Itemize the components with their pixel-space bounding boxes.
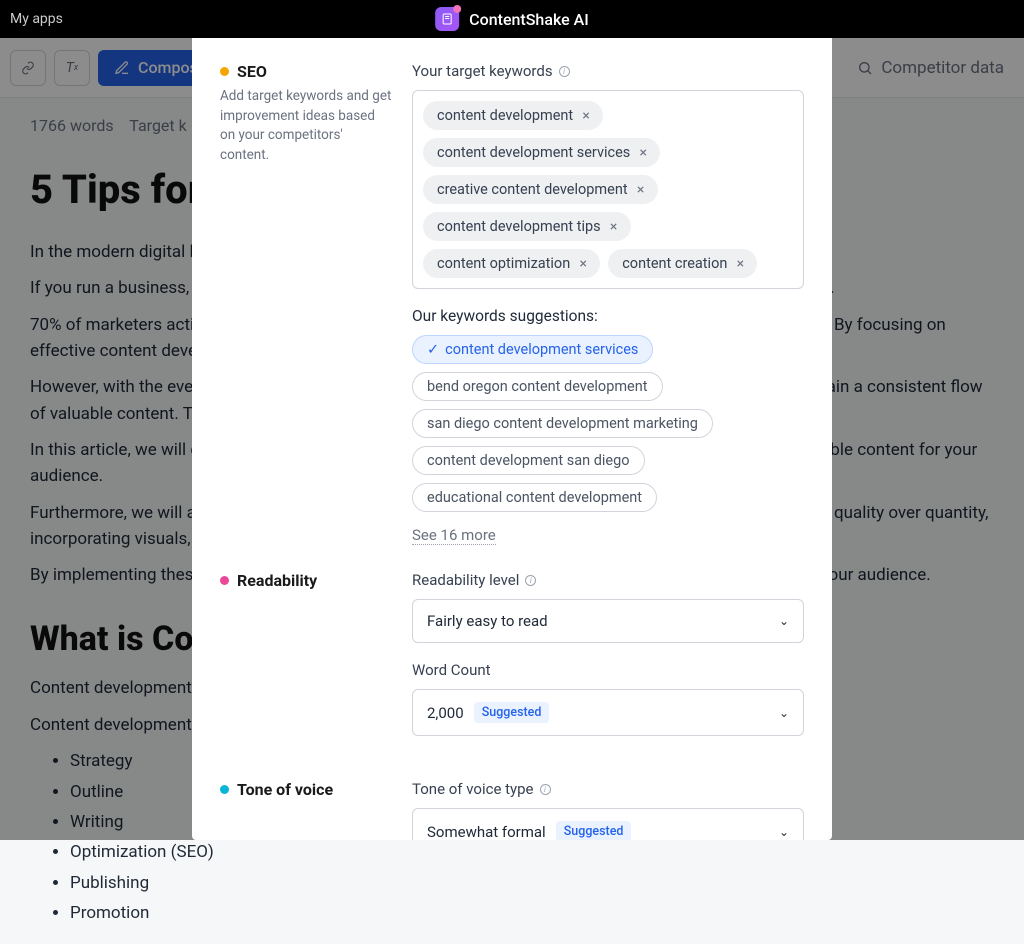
remove-tag-icon[interactable]: × [607, 219, 621, 235]
tone-type-select[interactable]: Somewhat formal Suggested ⌄ [412, 808, 804, 840]
wordcount-label: Word Count [412, 661, 491, 679]
remove-tag-icon[interactable]: × [634, 182, 648, 198]
tag-label: content development tips [437, 218, 601, 235]
chip-label: educational content development [427, 489, 642, 506]
check-icon: ✓ [427, 341, 439, 358]
keyword-tag[interactable]: creative content development × [423, 175, 658, 204]
app-name: ContentShake AI [469, 10, 589, 29]
tone-title: Tone of voice [237, 780, 333, 799]
suggestion-chip[interactable]: ✓ content development services [412, 335, 653, 364]
seo-description: Add target keywords and get improvement … [220, 87, 392, 165]
seo-dot-icon [220, 67, 229, 76]
remove-tag-icon[interactable]: × [636, 145, 650, 161]
readability-title: Readability [237, 571, 317, 590]
keyword-tag[interactable]: content development tips × [423, 212, 631, 241]
see-more-link[interactable]: See 16 more [412, 526, 496, 545]
suggested-badge: Suggested [474, 702, 550, 723]
remove-tag-icon[interactable]: × [733, 256, 747, 272]
suggestions-list: ✓ content development services bend oregon… [412, 335, 804, 512]
chevron-down-icon: ⌄ [779, 706, 789, 720]
settings-modal: SEO Add target keywords and get improvem… [192, 38, 832, 840]
keywords-input[interactable]: content development×content development … [412, 90, 804, 289]
list-item: Promotion [70, 900, 994, 926]
tag-label: content development [437, 107, 573, 124]
suggestions-label: Our keywords suggestions: [412, 307, 598, 325]
readability-level-select[interactable]: Fairly easy to read ⌄ [412, 599, 804, 643]
my-apps-link[interactable]: My apps [10, 11, 63, 27]
suggestion-chip[interactable]: educational content development [412, 483, 657, 512]
info-icon[interactable]: i [540, 784, 551, 795]
remove-tag-icon[interactable]: × [579, 108, 593, 124]
list-item: Publishing [70, 870, 994, 896]
seo-title: SEO [237, 62, 267, 81]
info-icon[interactable]: i [525, 575, 536, 586]
tag-label: content development services [437, 144, 630, 161]
suggested-badge: Suggested [556, 821, 632, 840]
tag-label: content optimization [437, 255, 570, 272]
select-value: 2,000 [427, 704, 464, 722]
readability-section: Readability Readability level i Fairly e… [220, 571, 804, 754]
keyword-tag[interactable]: content creation × [608, 249, 757, 278]
readability-level-label: Readability level [412, 571, 519, 589]
app-topbar: My apps ContentShake AI [0, 0, 1024, 38]
tag-label: creative content development [437, 181, 628, 198]
chevron-down-icon: ⌄ [779, 825, 789, 839]
remove-tag-icon[interactable]: × [576, 256, 590, 272]
chip-label: san diego content development marketing [427, 415, 698, 432]
keyword-tag[interactable]: content optimization × [423, 249, 600, 278]
list-item: Optimization (SEO) [70, 839, 994, 865]
chip-label: content development services [445, 341, 638, 358]
readability-dot-icon [220, 576, 229, 585]
keywords-label: Your target keywords [412, 62, 553, 80]
keyword-tag[interactable]: content development × [423, 101, 603, 130]
tone-section: Tone of voice Tone of voice type i Somew… [220, 780, 804, 840]
app-icon [435, 7, 459, 31]
suggestion-chip[interactable]: content development san diego [412, 446, 645, 475]
tone-dot-icon [220, 785, 229, 794]
suggestion-chip[interactable]: bend oregon content development [412, 372, 663, 401]
chip-label: bend oregon content development [427, 378, 648, 395]
tone-type-label: Tone of voice type [412, 780, 534, 798]
chevron-down-icon: ⌄ [779, 614, 789, 628]
tag-label: content creation [622, 255, 727, 272]
suggestion-chip[interactable]: san diego content development marketing [412, 409, 713, 438]
keyword-tag[interactable]: content development services × [423, 138, 660, 167]
select-value: Somewhat formal [427, 823, 546, 841]
info-icon[interactable]: i [559, 66, 570, 77]
select-value: Fairly easy to read [427, 612, 548, 630]
chip-label: content development san diego [427, 452, 630, 469]
wordcount-select[interactable]: 2,000 Suggested ⌄ [412, 689, 804, 736]
seo-section: SEO Add target keywords and get improvem… [220, 62, 804, 545]
